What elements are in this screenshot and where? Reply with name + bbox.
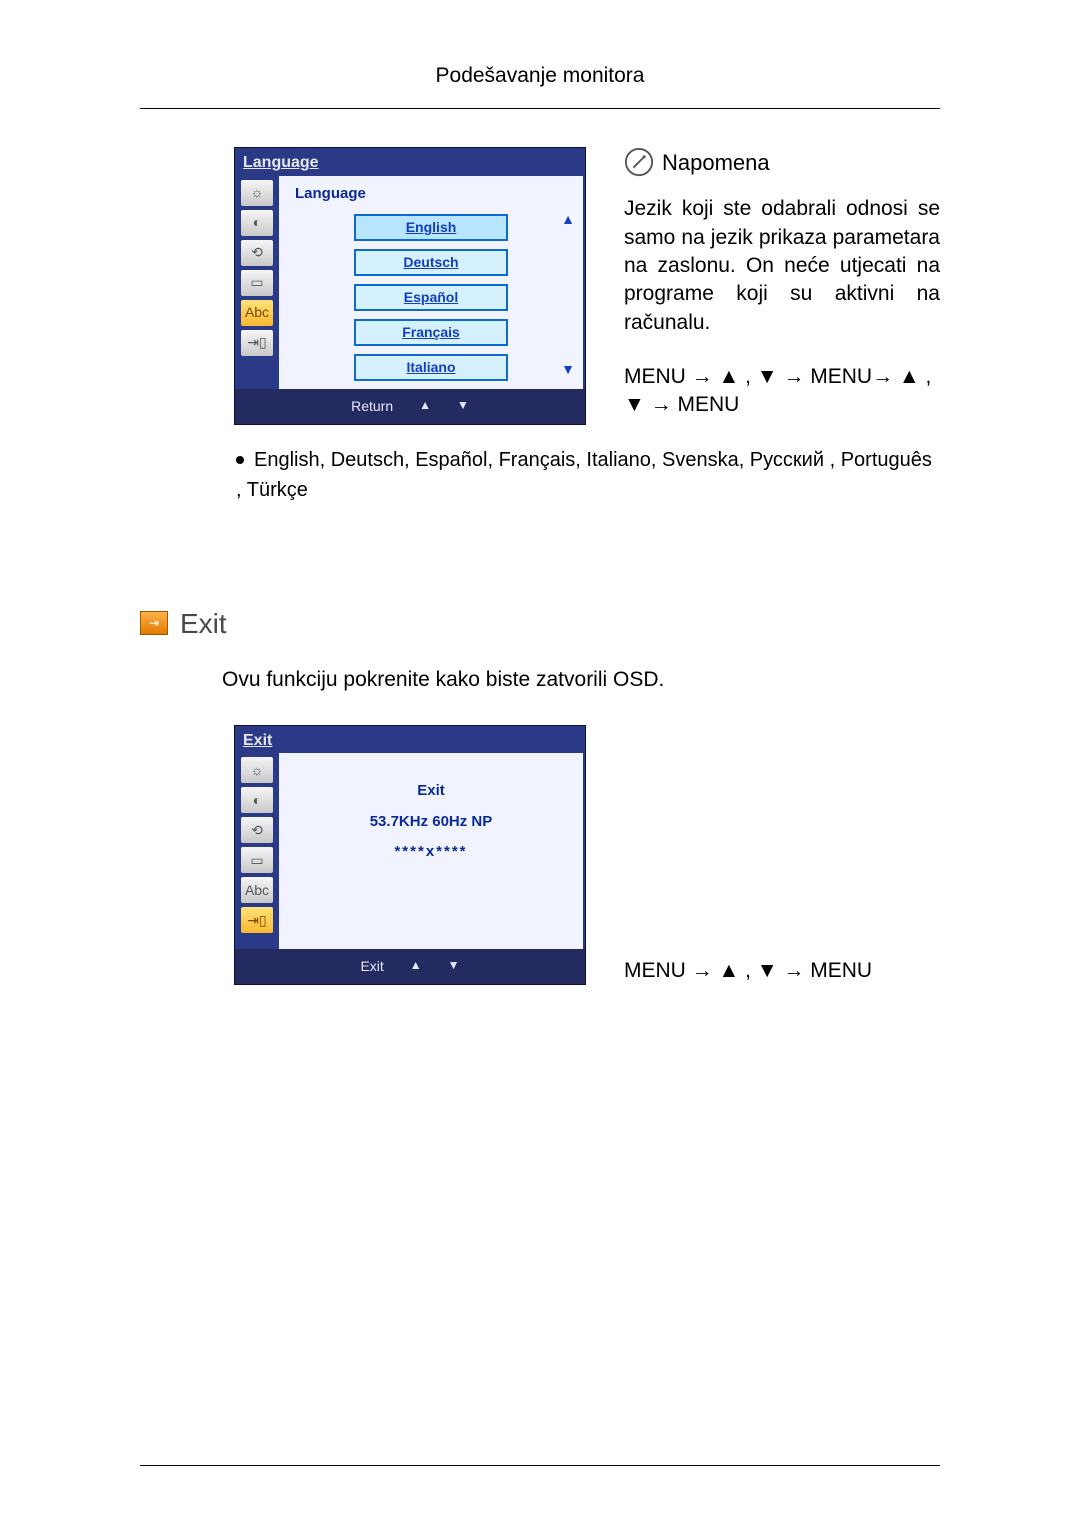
- osd-footer: Return ▲ ▼: [235, 389, 585, 424]
- brightness-icon: ☼: [241, 180, 273, 206]
- note-icon: [624, 147, 654, 177]
- exit-description: Ovu funkciju pokrenite kako biste zatvor…: [222, 666, 940, 694]
- scroll-up-icon[interactable]: ▲: [561, 210, 575, 229]
- reset-icon: ⟲: [241, 240, 273, 266]
- osd-tab-icons: ☼ ◐ ⟲ ▭ Abc ⇥▯: [237, 753, 279, 949]
- down-triangle-icon[interactable]: ▼: [448, 957, 460, 976]
- up-triangle-icon[interactable]: ▲: [410, 957, 422, 976]
- language-icon: Abc: [241, 300, 273, 326]
- note-body: Jezik koji ste odabrali odnosi se samo n…: [624, 195, 940, 337]
- footer-rule: [140, 1465, 940, 1466]
- exit-badge-icon: ⇥: [140, 611, 168, 635]
- lang-option[interactable]: Français: [354, 319, 508, 346]
- language-icon: Abc: [241, 877, 273, 903]
- lang-option[interactable]: Español: [354, 284, 508, 311]
- osd-subtitle: Language: [295, 184, 366, 204]
- brightness-icon: ☼: [241, 757, 273, 783]
- lang-option[interactable]: Italiano: [354, 354, 508, 381]
- exit-freq-line: 53.7KHz 60Hz NP: [370, 812, 493, 832]
- nav-sequence: MENU → ▲ , ▼ → MENU→ ▲ , ▼ → MENU: [624, 363, 940, 420]
- exit-panel-title: Exit: [417, 781, 445, 801]
- exit-nav-sequence: MENU → ▲ , ▼ → MENU: [624, 957, 872, 985]
- exit-res-line: ****x****: [394, 842, 467, 862]
- lang-option[interactable]: Deutsch: [354, 249, 508, 276]
- up-triangle-icon[interactable]: ▲: [419, 397, 431, 416]
- color-icon: ◐: [241, 787, 273, 813]
- language-list: English, Deutsch, Español, Français, Ita…: [236, 445, 940, 505]
- osd-footer-label[interactable]: Exit: [360, 957, 383, 976]
- lang-option[interactable]: English: [354, 214, 508, 241]
- scroll-down-icon[interactable]: ▼: [561, 360, 575, 379]
- osd-footer: Exit ▲ ▼: [235, 949, 585, 984]
- language-osd: Language ☼ ◐ ⟲ ▭ Abc ⇥▯ Language Engli: [234, 147, 586, 424]
- note-title: Napomena: [662, 148, 770, 178]
- bullet-icon: [236, 456, 244, 464]
- osd-title: Exit: [235, 726, 585, 754]
- reset-icon: ⟲: [241, 817, 273, 843]
- page-title: Podešavanje monitora: [140, 62, 940, 109]
- osd-title: Language: [235, 148, 585, 176]
- screen-icon: ▭: [241, 847, 273, 873]
- exit-osd: Exit ☼ ◐ ⟲ ▭ Abc ⇥▯ Exit 53.7KHz 60Hz: [234, 725, 586, 985]
- exit-icon: ⇥▯: [241, 330, 273, 356]
- osd-footer-label[interactable]: Return: [351, 397, 393, 416]
- exit-heading: ⇥ Exit: [140, 605, 940, 643]
- exit-icon: ⇥▯: [241, 907, 273, 933]
- down-triangle-icon[interactable]: ▼: [457, 397, 469, 416]
- color-icon: ◐: [241, 210, 273, 236]
- osd-tab-icons: ☼ ◐ ⟲ ▭ Abc ⇥▯: [237, 176, 279, 389]
- screen-icon: ▭: [241, 270, 273, 296]
